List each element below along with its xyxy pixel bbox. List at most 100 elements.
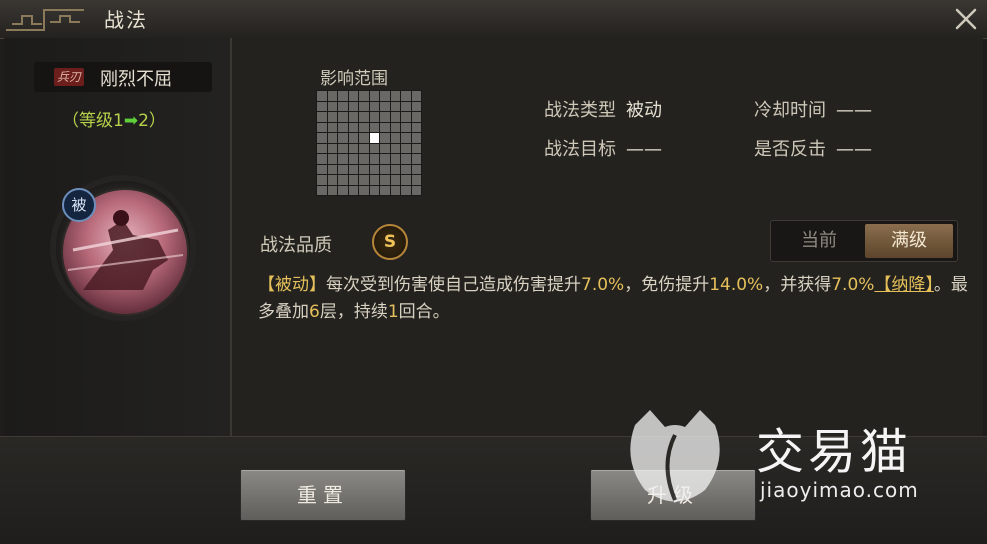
watermark-url: jiaoyimao.com <box>760 478 919 502</box>
range-cell <box>317 122 327 132</box>
range-cell <box>411 154 421 164</box>
range-cell <box>317 101 327 111</box>
range-cell <box>348 185 358 195</box>
range-cell <box>327 175 337 185</box>
range-cell <box>401 164 411 174</box>
range-cell <box>338 122 348 132</box>
range-cell <box>401 112 411 122</box>
range-grid <box>316 90 422 196</box>
skill-detail-panel: 影响范围 战法类型 被动 冷却时间 —— 战法目标 —— 是否反击 —— 战法品质 S … <box>232 38 983 436</box>
range-cell <box>369 164 379 174</box>
range-cell <box>359 112 369 122</box>
title-ornament-icon <box>6 9 84 31</box>
tab-current[interactable]: 当前 <box>775 224 863 258</box>
range-cell <box>380 101 390 111</box>
skill-name-box: 兵刃 刚烈不屈 <box>34 62 212 92</box>
desc-text: ，免伤提升 <box>624 275 710 295</box>
range-cell <box>338 185 348 195</box>
range-label: 影响范围 <box>320 69 388 89</box>
desc-value: 1 <box>387 302 399 322</box>
range-cell <box>317 185 327 195</box>
range-cell <box>411 175 421 185</box>
range-cell <box>401 175 411 185</box>
range-cell <box>369 143 379 153</box>
watermark-brand: 交易猫 <box>756 424 913 480</box>
window-title: 战法 <box>104 8 148 32</box>
level-view-toggle: 当前 满级 <box>770 220 958 262</box>
range-cell <box>348 101 358 111</box>
range-cell <box>380 185 390 195</box>
attr-skill-type: 战法类型 被动 <box>544 96 662 122</box>
range-cell <box>327 143 337 153</box>
range-cell <box>327 91 337 101</box>
range-cell <box>359 133 369 143</box>
range-cell <box>317 143 327 153</box>
attr-value: —— <box>836 100 872 121</box>
range-cell <box>338 143 348 153</box>
desc-text: 层，持续 <box>319 302 388 322</box>
desc-keyword-link[interactable]: 【纳降】 <box>874 275 934 295</box>
attr-value: —— <box>626 139 662 160</box>
range-cell <box>359 143 369 153</box>
range-cell <box>327 133 337 143</box>
attr-value: —— <box>836 139 872 160</box>
quality-grade-badge: S <box>372 224 408 260</box>
range-cell <box>369 175 379 185</box>
attr-target: 战法目标 —— <box>544 135 662 161</box>
range-cell <box>369 154 379 164</box>
range-cell <box>359 154 369 164</box>
range-cell <box>411 112 421 122</box>
range-cell <box>317 154 327 164</box>
range-cell <box>380 143 390 153</box>
desc-value: 6 <box>309 302 320 322</box>
range-cell <box>369 101 379 111</box>
range-cell <box>401 91 411 101</box>
range-cell <box>369 185 379 195</box>
range-cell <box>390 175 400 185</box>
range-cell <box>390 133 400 143</box>
range-cell <box>359 164 369 174</box>
range-cell <box>380 112 390 122</box>
reset-button[interactable]: 重置 <box>240 469 406 521</box>
range-cell <box>380 122 390 132</box>
level-suffix: 2） <box>138 111 166 131</box>
attr-key: 战法类型 <box>544 100 616 121</box>
range-cell <box>348 143 358 153</box>
range-cell <box>348 164 358 174</box>
desc-text: 每次受到伤害使自己造成伤害提升 <box>326 275 581 295</box>
range-cell <box>317 112 327 122</box>
range-cell <box>401 122 411 132</box>
range-cell <box>338 101 348 111</box>
attr-key: 冷却时间 <box>754 100 826 121</box>
range-cell <box>327 122 337 132</box>
range-cell <box>338 133 348 143</box>
range-cell <box>338 154 348 164</box>
range-cell <box>390 185 400 195</box>
range-cell <box>380 175 390 185</box>
range-cell <box>348 122 358 132</box>
close-icon[interactable] <box>953 6 979 32</box>
range-cell <box>401 143 411 153</box>
range-cell <box>380 154 390 164</box>
range-cell <box>327 101 337 111</box>
desc-tag: 【被动】 <box>258 275 326 295</box>
skill-type-badge: 兵刃 <box>54 68 85 86</box>
range-cell <box>401 185 411 195</box>
tab-max-level[interactable]: 满级 <box>865 224 953 258</box>
range-cell <box>390 143 400 153</box>
skill-description: 【被动】每次受到伤害使自己造成伤害提升7.0%，免伤提升14.0%，并获得7.0… <box>258 272 968 326</box>
range-cell <box>317 164 327 174</box>
range-cell <box>411 185 421 195</box>
range-cell <box>359 101 369 111</box>
range-cell <box>390 122 400 132</box>
range-cell <box>401 154 411 164</box>
range-cell <box>327 164 337 174</box>
range-cell <box>401 133 411 143</box>
range-cell <box>369 112 379 122</box>
range-cell <box>411 133 421 143</box>
range-cell <box>390 164 400 174</box>
range-cell <box>411 91 421 101</box>
range-cell <box>348 133 358 143</box>
range-cell <box>348 112 358 122</box>
range-cell <box>369 122 379 132</box>
